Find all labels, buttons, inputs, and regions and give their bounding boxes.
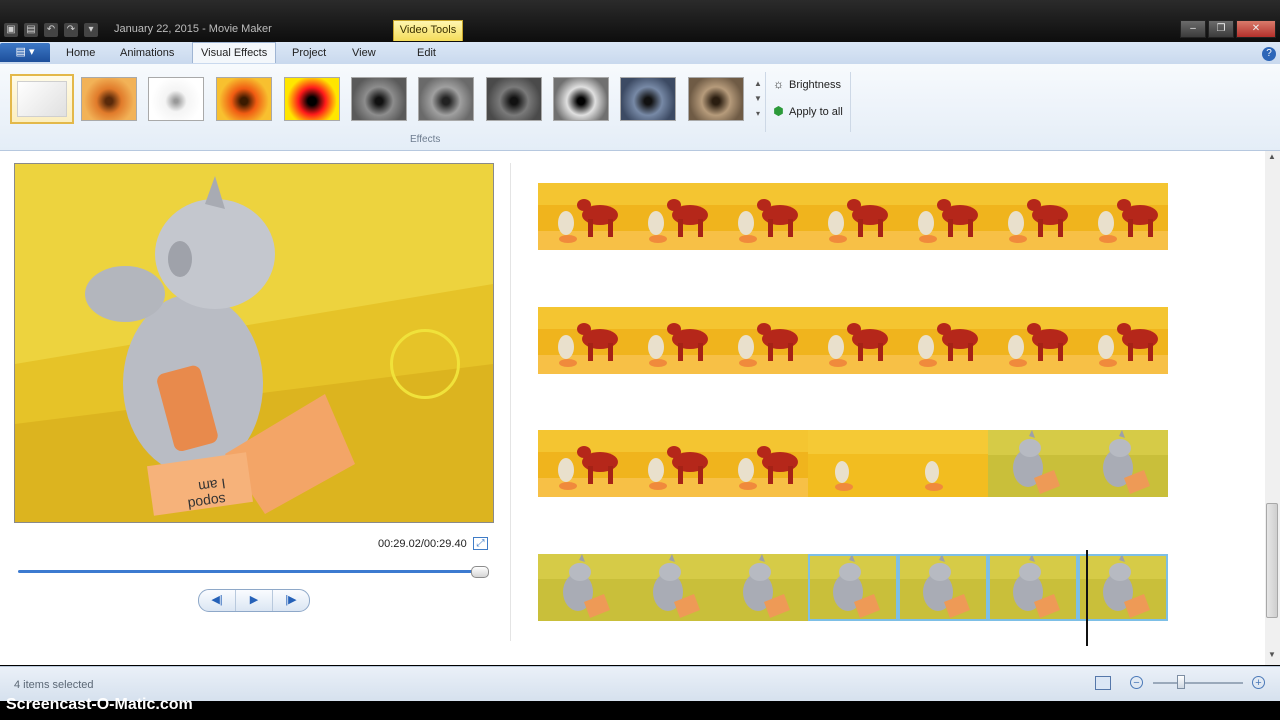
tab-view[interactable]: View	[344, 44, 384, 62]
effect-thumbnail[interactable]	[620, 77, 676, 121]
storyboard-frame[interactable]	[988, 307, 1078, 374]
watermark: Screencast-O-Matic.com	[6, 696, 193, 713]
storyboard-frame[interactable]	[1078, 430, 1168, 497]
gallery-down-icon[interactable]: ▼	[752, 91, 764, 106]
storyboard-view-icon[interactable]	[1095, 676, 1111, 690]
zoom-in-button[interactable]: +	[1252, 676, 1265, 689]
storyboard-clip-row-3	[538, 430, 1168, 497]
save-icon[interactable]: ▤	[24, 23, 38, 37]
storyboard-frame[interactable]	[808, 430, 898, 497]
effect-thumbnail[interactable]	[486, 77, 542, 121]
zoom-out-button[interactable]: −	[1130, 676, 1143, 689]
scrollbar-thumb[interactable]	[1266, 503, 1278, 618]
maximize-button[interactable]: ❐	[1208, 20, 1234, 38]
quick-access-toolbar: ▣ ▤ ↶ ↷ ▾	[0, 20, 98, 40]
storyboard-frame[interactable]	[718, 554, 808, 621]
timeline-playhead[interactable]	[1086, 550, 1088, 646]
storyboard-frame[interactable]	[628, 307, 718, 374]
customize-icon[interactable]: ▾	[84, 23, 98, 37]
storyboard-frame[interactable]	[1078, 307, 1168, 374]
window-title: January 22, 2015 - Movie Maker	[114, 23, 272, 35]
storyboard-frame[interactable]	[628, 430, 718, 497]
fullscreen-icon[interactable]: ⤢	[473, 537, 488, 550]
storyboard-frame[interactable]	[898, 183, 988, 250]
help-icon[interactable]: ?	[1262, 47, 1276, 61]
storyboard-frame[interactable]	[1078, 554, 1168, 621]
storyboard-frame[interactable]	[628, 554, 718, 621]
storyboard-frame[interactable]	[898, 554, 988, 621]
scroll-up-icon[interactable]: ▲	[1268, 152, 1276, 161]
tab-animations[interactable]: Animations	[112, 44, 182, 62]
gallery-up-icon[interactable]: ▲	[752, 76, 764, 91]
storyboard-frame[interactable]	[988, 554, 1078, 621]
effect-thumbnail[interactable]	[81, 77, 137, 121]
storyboard-frame[interactable]	[1078, 183, 1168, 250]
storyboard-frame[interactable]	[988, 183, 1078, 250]
storyboard-frame[interactable]	[538, 307, 628, 374]
storyboard-clip-row-1	[538, 183, 1168, 250]
storyboard-frame[interactable]	[808, 307, 898, 374]
brightness-icon: ☼	[773, 77, 784, 91]
scroll-down-icon[interactable]: ▼	[1268, 650, 1276, 659]
ribbon-separator	[765, 72, 766, 132]
storyboard-frame[interactable]	[808, 183, 898, 250]
storyboard-clip-row-4	[538, 554, 1168, 621]
redo-icon[interactable]: ↷	[64, 23, 78, 37]
close-button[interactable]: ✕	[1236, 20, 1276, 38]
storyboard-frame[interactable]	[718, 183, 808, 250]
storyboard-frame[interactable]	[898, 307, 988, 374]
storyboard-frame[interactable]	[898, 430, 988, 497]
effects-group-label: Effects	[410, 134, 441, 145]
playback-controls: ◀| ▶ |▶	[198, 589, 310, 612]
gallery-scroll: ▲ ▼ ▾	[752, 76, 764, 124]
next-frame-button[interactable]: |▶	[272, 590, 309, 611]
effect-thumbnail[interactable]	[418, 77, 474, 121]
storyboard-frame[interactable]	[718, 430, 808, 497]
tab-visual-effects[interactable]: Visual Effects	[192, 42, 277, 63]
apply-all-icon: ⬢	[773, 104, 784, 118]
effect-thumbnail[interactable]	[688, 77, 744, 121]
storyboard-frame[interactable]	[538, 183, 628, 250]
pane-divider[interactable]	[510, 163, 511, 641]
storyboard-frame[interactable]	[718, 307, 808, 374]
minimize-button[interactable]: –	[1180, 20, 1206, 38]
time-readout: 00:29.02/00:29.40	[378, 538, 467, 550]
movie-icon[interactable]: ▣	[4, 23, 18, 37]
storyboard-frame[interactable]	[628, 183, 718, 250]
zoom-slider-thumb[interactable]	[1177, 675, 1185, 689]
apply-to-all-button[interactable]: ⬢ Apply to all	[772, 105, 843, 118]
effect-thumbnail[interactable]	[553, 77, 609, 121]
storyboard-frame[interactable]	[988, 430, 1078, 497]
apply-to-all-label: Apply to all	[789, 105, 843, 118]
tab-home[interactable]: Home	[58, 44, 103, 62]
title-bar	[0, 0, 1280, 42]
ribbon-separator-2	[850, 72, 851, 132]
effect-thumbnail[interactable]	[351, 77, 407, 121]
storyboard-frame[interactable]	[538, 430, 628, 497]
cursor-highlight	[390, 329, 460, 399]
tab-edit[interactable]: Edit	[409, 44, 444, 62]
effect-thumbnail[interactable]	[216, 77, 272, 121]
undo-icon[interactable]: ↶	[44, 23, 58, 37]
file-menu-button[interactable]: ▤ ▾	[0, 43, 50, 62]
seek-thumb[interactable]	[471, 566, 489, 578]
brightness-button[interactable]: ☼ Brightness	[772, 78, 841, 91]
tab-project[interactable]: Project	[284, 44, 334, 62]
seek-bar[interactable]	[18, 570, 486, 573]
effect-thumbnail[interactable]	[284, 77, 340, 121]
play-button[interactable]: ▶	[235, 590, 272, 611]
previous-frame-button[interactable]: ◀|	[199, 590, 235, 611]
effect-thumbnail[interactable]	[148, 77, 204, 121]
storyboard-clip-row-2	[538, 307, 1168, 374]
storyboard-frame[interactable]	[808, 554, 898, 621]
contextual-tab-group: Video Tools	[393, 20, 463, 41]
storyboard-frame[interactable]	[538, 554, 628, 621]
gallery-more-icon[interactable]: ▾	[752, 106, 764, 121]
window-controls: – ❐ ✕	[1180, 20, 1276, 38]
zoom-slider[interactable]	[1153, 682, 1243, 684]
effect-thumbnail[interactable]	[10, 74, 74, 124]
status-text: 4 items selected	[14, 679, 94, 691]
brightness-label: Brightness	[789, 78, 841, 91]
